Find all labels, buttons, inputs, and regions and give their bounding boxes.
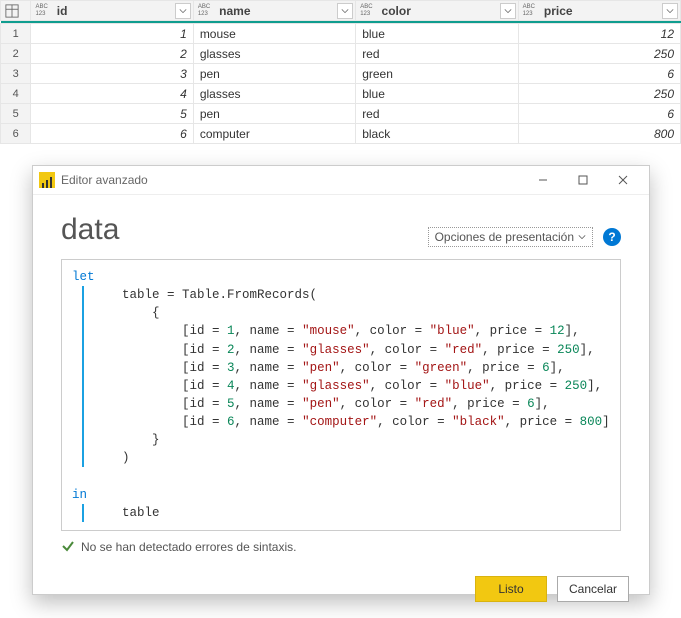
- powerbi-icon: [39, 172, 55, 188]
- row-number[interactable]: 2: [1, 44, 31, 64]
- cell-price[interactable]: 250: [518, 44, 680, 64]
- cell-price[interactable]: 6: [518, 64, 680, 84]
- column-header-price[interactable]: price: [518, 1, 680, 21]
- type-any-icon: [198, 4, 216, 18]
- row-number[interactable]: 4: [1, 84, 31, 104]
- syntax-status: No se han detectado errores de sintaxis.: [61, 539, 621, 556]
- cell-id[interactable]: 1: [31, 24, 193, 44]
- dialog-title: Editor avanzado: [61, 173, 148, 187]
- cell-id[interactable]: 6: [31, 124, 193, 144]
- column-filter-button[interactable]: [662, 3, 678, 19]
- cell-name[interactable]: pen: [193, 104, 355, 124]
- cell-id[interactable]: 4: [31, 84, 193, 104]
- column-header-name[interactable]: name: [193, 1, 355, 21]
- cell-price[interactable]: 800: [518, 124, 680, 144]
- column-filter-button[interactable]: [500, 3, 516, 19]
- table-row[interactable]: 22glassesred250: [1, 44, 681, 64]
- cell-price[interactable]: 12: [518, 24, 680, 44]
- query-name: data: [61, 213, 119, 247]
- cell-color[interactable]: blue: [356, 24, 518, 44]
- table-row[interactable]: 11mouseblue12: [1, 24, 681, 44]
- display-options-dropdown[interactable]: Opciones de presentación: [428, 227, 593, 247]
- cell-name[interactable]: glasses: [193, 84, 355, 104]
- column-header-color[interactable]: color: [356, 1, 518, 21]
- cell-price[interactable]: 6: [518, 104, 680, 124]
- column-label: color: [382, 4, 411, 18]
- dialog-titlebar[interactable]: Editor avanzado: [33, 166, 649, 195]
- done-button[interactable]: Listo: [475, 576, 547, 602]
- cell-name[interactable]: computer: [193, 124, 355, 144]
- column-label: id: [57, 4, 68, 18]
- data-grid[interactable]: id name color price 11mouseblue1222glass…: [0, 0, 681, 144]
- close-button[interactable]: [603, 166, 643, 194]
- code-editor[interactable]: let table = Table.FromRecords( { [id = 1…: [61, 259, 621, 531]
- advanced-editor-dialog: Editor avanzado data Opciones de present…: [32, 165, 650, 595]
- cell-color[interactable]: red: [356, 104, 518, 124]
- status-text: No se han detectado errores de sintaxis.: [81, 540, 296, 554]
- table-corner[interactable]: [1, 1, 31, 21]
- cell-id[interactable]: 3: [31, 64, 193, 84]
- row-number[interactable]: 3: [1, 64, 31, 84]
- column-header-id[interactable]: id: [31, 1, 193, 21]
- type-any-icon: [360, 4, 378, 18]
- check-icon: [61, 539, 75, 556]
- row-number[interactable]: 1: [1, 24, 31, 44]
- table-row[interactable]: 55penred6: [1, 104, 681, 124]
- cell-id[interactable]: 2: [31, 44, 193, 64]
- type-any-icon: [35, 4, 53, 18]
- chevron-down-icon: [578, 233, 586, 241]
- cell-color[interactable]: red: [356, 44, 518, 64]
- column-label: name: [219, 4, 250, 18]
- cell-name[interactable]: glasses: [193, 44, 355, 64]
- type-any-icon: [523, 4, 541, 18]
- table-icon: [5, 4, 19, 18]
- cell-color[interactable]: green: [356, 64, 518, 84]
- minimize-button[interactable]: [523, 166, 563, 194]
- cell-price[interactable]: 250: [518, 84, 680, 104]
- table-row[interactable]: 66computerblack800: [1, 124, 681, 144]
- row-number[interactable]: 6: [1, 124, 31, 144]
- cell-name[interactable]: mouse: [193, 24, 355, 44]
- table-row[interactable]: 33pengreen6: [1, 64, 681, 84]
- column-filter-button[interactable]: [337, 3, 353, 19]
- column-filter-button[interactable]: [175, 3, 191, 19]
- cell-id[interactable]: 5: [31, 104, 193, 124]
- maximize-button[interactable]: [563, 166, 603, 194]
- display-options-label: Opciones de presentación: [435, 230, 574, 244]
- cell-name[interactable]: pen: [193, 64, 355, 84]
- table-row[interactable]: 44glassesblue250: [1, 84, 681, 104]
- row-number[interactable]: 5: [1, 104, 31, 124]
- cancel-button[interactable]: Cancelar: [557, 576, 629, 602]
- column-label: price: [544, 4, 573, 18]
- cell-color[interactable]: black: [356, 124, 518, 144]
- help-icon[interactable]: ?: [603, 228, 621, 246]
- cell-color[interactable]: blue: [356, 84, 518, 104]
